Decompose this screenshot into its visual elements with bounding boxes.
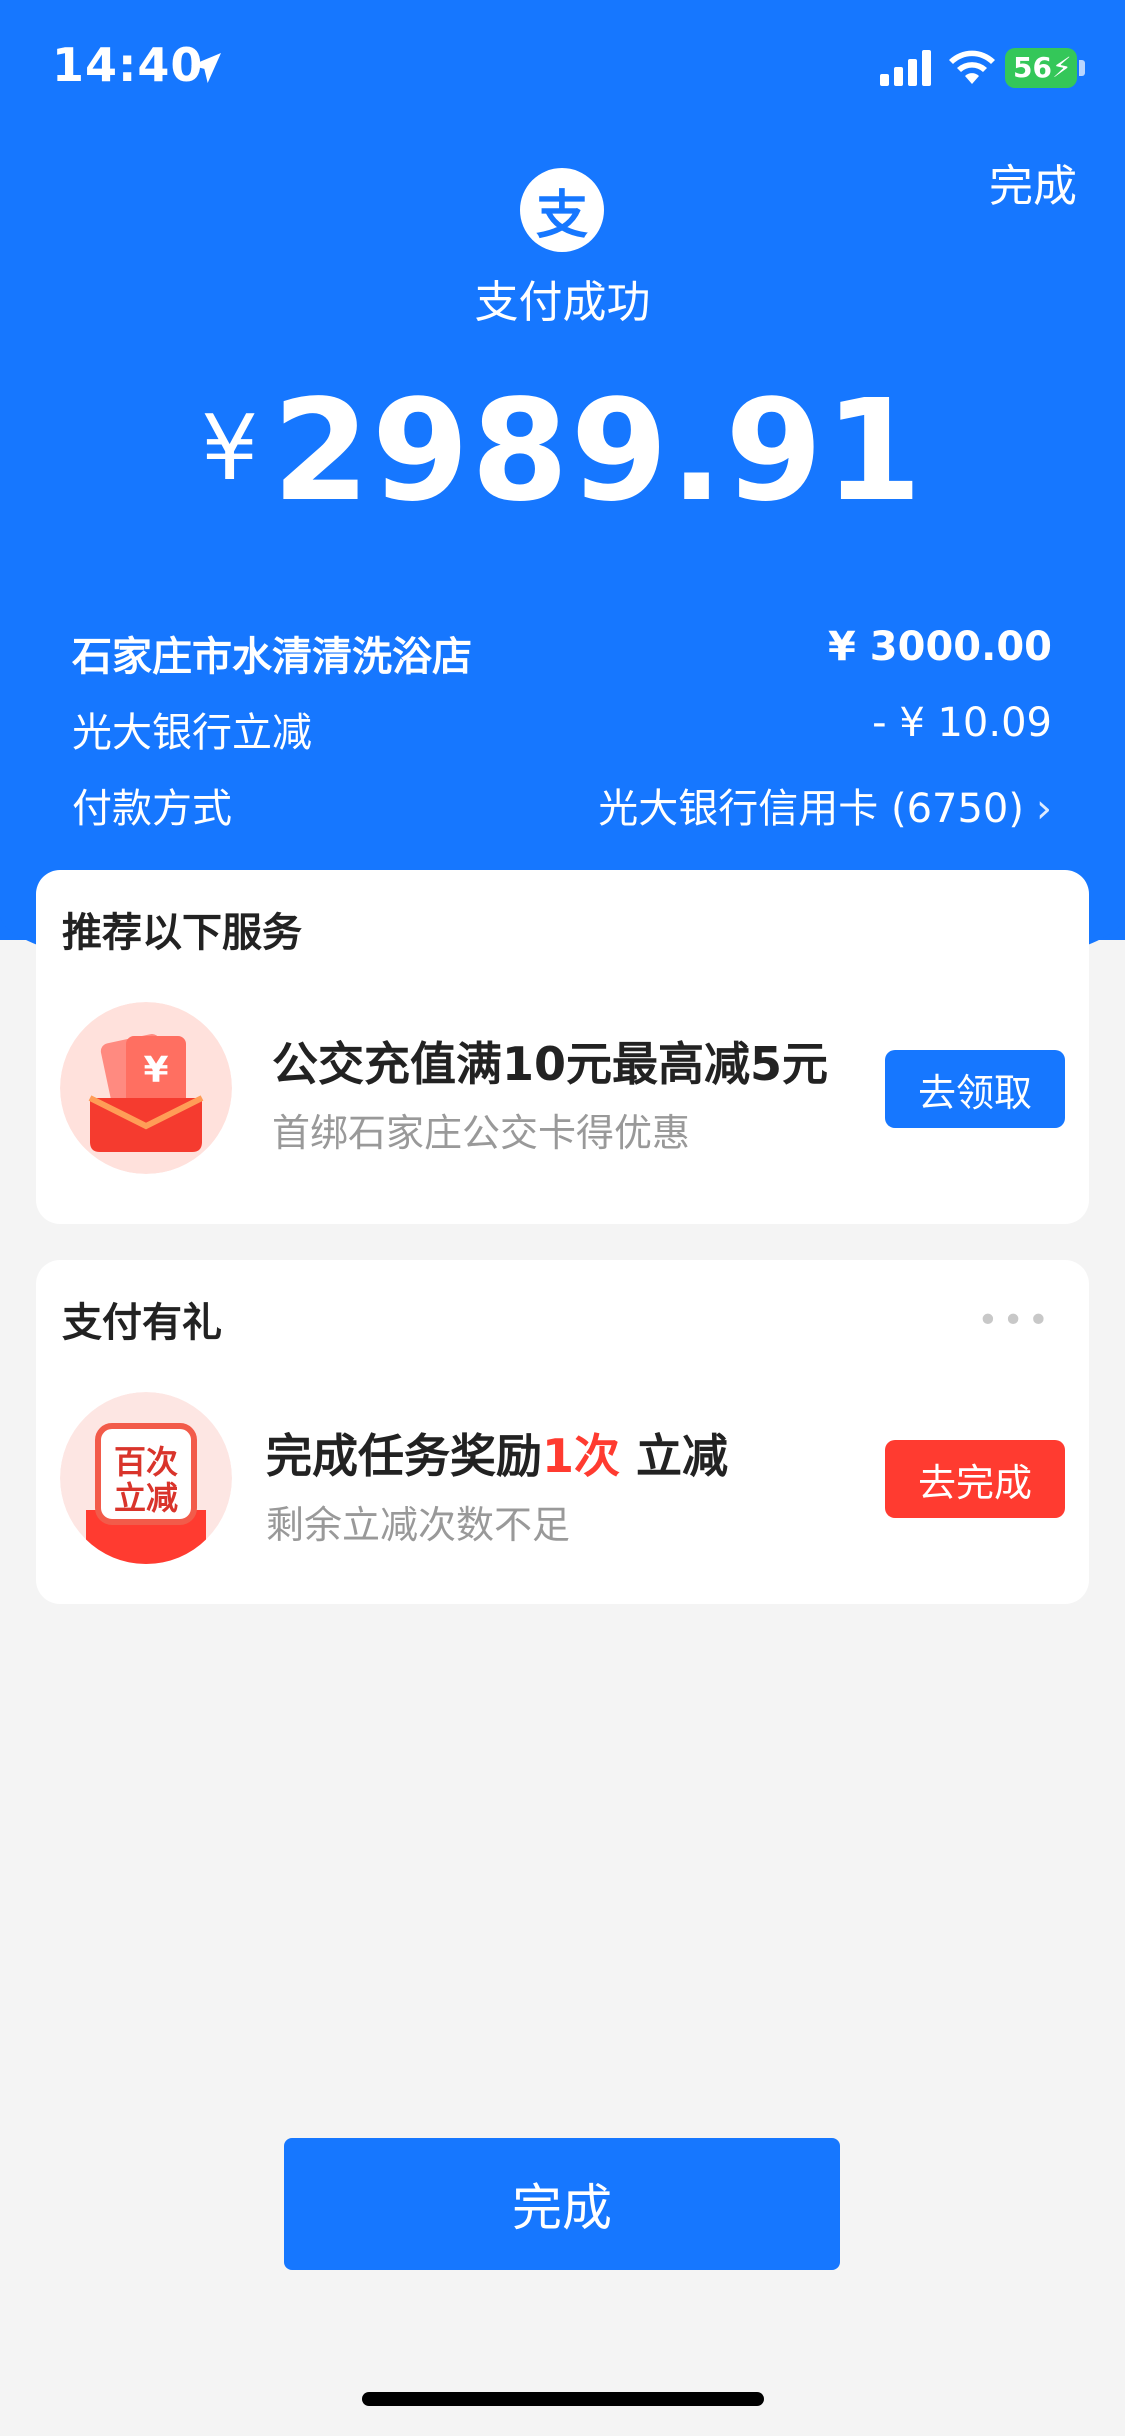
payment-method-label: 付款方式 [72, 786, 232, 832]
payment-method-value: 光大银行信用卡 (6750) › [598, 776, 1052, 834]
battery-level: 56 [1013, 51, 1052, 84]
home-indicator [362, 2392, 764, 2406]
svg-text:¥: ¥ [143, 1050, 168, 1091]
reward-main-text: 完成任务奖励1次 立减 [266, 1420, 728, 1486]
battery-indicator: 56⚡ [1005, 48, 1077, 88]
badge-line2: 立减 [113, 1479, 178, 1517]
reward-card: 支付有礼 ••• 百次 立减 完成任务奖励1次 立减 剩余立减次数不足 去完成 [36, 1260, 1089, 1604]
status-bar: 14:40 56⚡ [0, 0, 1125, 140]
reward-main-highlight: 1次 [542, 1429, 621, 1483]
reward-sub-text: 剩余立减次数不足 [266, 1503, 571, 1547]
recommend-card: 推荐以下服务 ¥ 公交充值满10元最高减5元 首绑石家庄公交卡得优惠 去领取 [36, 870, 1089, 1224]
discount-amount: - ¥ 10.09 [872, 700, 1052, 746]
merchant-amount: ¥ 3000.00 [828, 624, 1052, 670]
done-button[interactable]: 完成 [284, 2138, 840, 2270]
merchant-name: 石家庄市水清清洗浴店 [72, 634, 472, 680]
chevron-right-icon: › [1036, 786, 1052, 832]
red-envelope-icon: ¥ [60, 1002, 232, 1174]
currency-symbol: ¥ [201, 396, 259, 501]
amount-value: 2989.91 [272, 370, 924, 533]
alipay-logo-glyph: 支 [535, 185, 588, 246]
complete-task-button[interactable]: 去完成 [885, 1440, 1065, 1518]
location-arrow-icon [191, 53, 221, 83]
cellular-signal-icon [880, 50, 931, 86]
page-title: 支付成功 [474, 277, 651, 328]
discount-row: 光大银行立减 - ¥ 10.09 [72, 700, 1052, 758]
reward-main-prefix: 完成任务奖励 [266, 1429, 542, 1483]
reward-card-title: 支付有礼 [62, 1300, 222, 1346]
battery-cap [1079, 60, 1085, 76]
status-time: 14:40 [52, 38, 204, 92]
recommend-sub-text: 首绑石家庄公交卡得优惠 [272, 1111, 691, 1155]
payment-method-row[interactable]: 付款方式 光大银行信用卡 (6750) › [72, 776, 1052, 834]
reward-main-suffix: 立减 [620, 1429, 729, 1483]
badge-line1: 百次 [113, 1443, 178, 1481]
top-done-button[interactable]: 完成 [989, 150, 1077, 214]
payment-method-text: 光大银行信用卡 (6750) [598, 786, 1024, 832]
charging-bolt-icon: ⚡ [1051, 51, 1072, 84]
payment-amount: ¥2989.91 [0, 370, 1125, 533]
recommend-card-title: 推荐以下服务 [62, 910, 302, 956]
more-options-icon[interactable]: ••• [977, 1300, 1053, 1341]
discount-label: 光大银行立减 [72, 710, 312, 756]
merchant-row: 石家庄市水清清洗浴店 ¥ 3000.00 [72, 624, 1052, 682]
alipay-logo-icon: 支 [520, 168, 604, 252]
wifi-icon [949, 50, 995, 84]
reward-badge-icon: 百次 立减 [60, 1392, 232, 1564]
recommend-main-text: 公交充值满10元最高减5元 [272, 1037, 829, 1091]
claim-button[interactable]: 去领取 [885, 1050, 1065, 1128]
